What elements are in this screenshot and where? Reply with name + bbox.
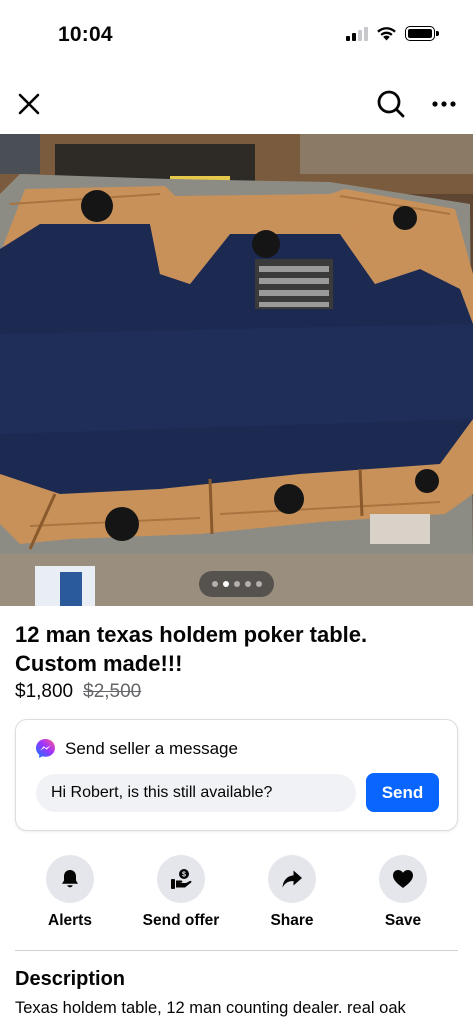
send-offer-label: Send offer — [142, 912, 220, 929]
messenger-icon — [36, 739, 55, 758]
page-dot-active[interactable] — [222, 581, 229, 587]
send-offer-button[interactable]: $ Send offer — [126, 855, 236, 930]
message-card-header: Send seller a message — [35, 738, 238, 759]
share-button[interactable]: Share — [237, 855, 347, 930]
search-icon — [377, 90, 405, 118]
description-heading: Description — [15, 968, 126, 990]
share-icon — [282, 870, 302, 888]
page-dot[interactable] — [255, 581, 262, 587]
poker-table-image — [0, 134, 473, 606]
share-label: Share — [270, 912, 314, 929]
battery-icon — [405, 26, 439, 41]
price-row: $1,800 $2,500 — [15, 681, 141, 703]
alerts-label: Alerts — [48, 912, 92, 929]
close-button[interactable] — [9, 84, 49, 124]
send-button[interactable]: Send — [366, 773, 439, 812]
share-circle[interactable] — [268, 855, 316, 903]
status-time: 10:04 — [58, 23, 113, 46]
more-options-button[interactable] — [424, 84, 464, 124]
description-text: Texas holdem table, 12 man counting deal… — [15, 999, 406, 1017]
alerts-circle[interactable] — [46, 855, 94, 903]
page-dot[interactable] — [211, 581, 218, 587]
save-circle[interactable] — [379, 855, 427, 903]
page-dot[interactable] — [244, 581, 251, 587]
message-card-heading: Send seller a message — [65, 738, 238, 758]
wifi-icon — [377, 27, 396, 41]
close-icon — [18, 93, 40, 115]
message-seller-card: Send seller a message Send — [15, 719, 458, 831]
bell-icon — [62, 870, 78, 888]
listing-photo[interactable] — [0, 134, 473, 606]
save-button[interactable]: Save — [348, 855, 458, 930]
photo-page-indicator[interactable] — [199, 571, 274, 597]
listing-title: 12 man texas holdem poker table. Custom … — [15, 622, 368, 676]
send-offer-icon: $ — [171, 869, 192, 889]
alerts-button[interactable]: Alerts — [15, 855, 125, 930]
original-price: $2,500 — [83, 681, 142, 702]
send-offer-circle[interactable]: $ — [157, 855, 205, 903]
svg-text:$: $ — [182, 872, 186, 879]
action-row: Alerts $ Send offer Share Save — [0, 855, 473, 935]
top-nav — [0, 78, 473, 128]
status-bar: 10:04 — [0, 0, 473, 70]
listing-price: $1,800 — [15, 681, 74, 702]
page-dot[interactable] — [233, 581, 240, 587]
search-button[interactable] — [371, 84, 411, 124]
message-input[interactable] — [36, 774, 356, 812]
more-icon — [432, 101, 456, 107]
save-label: Save — [384, 912, 422, 929]
section-divider — [15, 950, 458, 951]
status-icons — [346, 26, 439, 41]
heart-icon — [393, 870, 413, 888]
cellular-signal-icon — [346, 26, 368, 41]
